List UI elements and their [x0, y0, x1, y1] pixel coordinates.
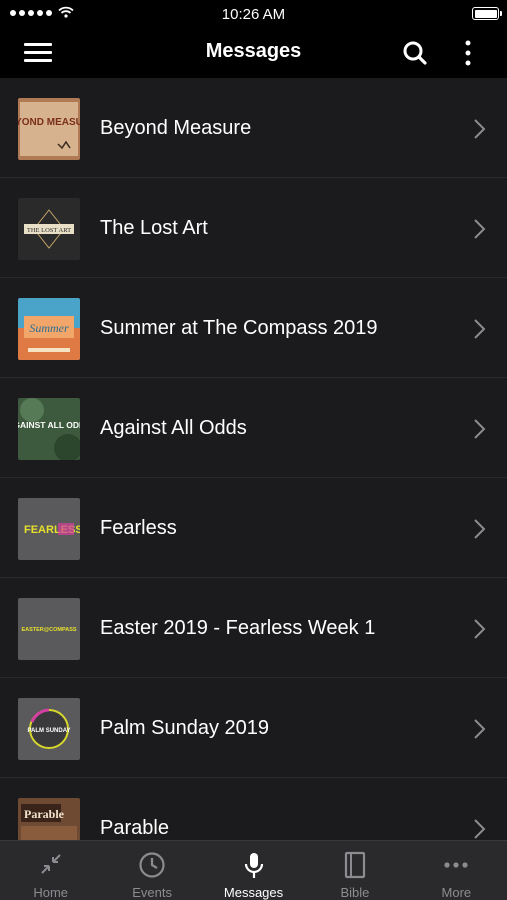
collapse-arrows-icon [40, 854, 61, 874]
list-item[interactable]: BEYOND MEASURE Beyond Measure [0, 78, 507, 178]
message-title: Summer at The Compass 2019 [100, 317, 378, 339]
status-bar: 10:26 AM [0, 0, 507, 28]
svg-text:Summer: Summer [29, 321, 69, 335]
series-thumbnail: BEYOND MEASURE [18, 98, 80, 160]
chevron-right-icon [474, 619, 486, 639]
tab-label: Bible [340, 885, 370, 900]
list-item[interactable]: THE LOST ART The Lost Art [0, 178, 507, 278]
message-title: Easter 2019 - Fearless Week 1 [100, 617, 376, 639]
chevron-right-icon [474, 819, 486, 839]
search-icon[interactable] [401, 39, 429, 67]
tab-bible[interactable]: Bible [304, 841, 405, 900]
chevron-right-icon [474, 719, 486, 739]
tab-more[interactable]: More [406, 841, 507, 900]
book-icon [344, 851, 366, 879]
nav-bar: Messages [0, 28, 507, 78]
series-thumbnail: FEARLESS [18, 498, 80, 560]
messages-list: BEYOND MEASURE Beyond Measure THE LOST A… [0, 78, 507, 840]
tab-home[interactable]: Home [0, 841, 101, 900]
list-item[interactable]: AGAINST ALL ODDS Against All Odds [0, 378, 507, 478]
series-thumbnail: Summer [18, 298, 80, 360]
tab-label: Messages [223, 885, 284, 900]
svg-text:EASTER@COMPASS: EASTER@COMPASS [21, 627, 76, 633]
series-thumbnail: AGAINST ALL ODDS [18, 398, 80, 460]
svg-text:Parable: Parable [24, 807, 65, 821]
battery-icon [472, 7, 502, 20]
svg-text:BEYOND MEASURE: BEYOND MEASURE [18, 117, 80, 128]
message-title: Parable [100, 817, 169, 839]
page-title: Messages [205, 40, 302, 62]
message-title: Against All Odds [100, 417, 247, 439]
svg-text:AGAINST ALL ODDS: AGAINST ALL ODDS [18, 420, 80, 430]
series-thumbnail: EASTER@COMPASS [18, 598, 80, 660]
list-item[interactable]: EASTER@COMPASS Easter 2019 - Fearless We… [0, 578, 507, 678]
series-thumbnail: PALM SUNDAY [18, 698, 80, 760]
status-time: 10:26 AM [221, 6, 286, 23]
list-item[interactable]: Parable Parable [0, 778, 507, 840]
list-item[interactable]: Summer Summer at The Compass 2019 [0, 278, 507, 378]
message-title: Palm Sunday 2019 [100, 717, 270, 739]
message-title: The Lost Art [100, 217, 208, 239]
clock-icon [139, 852, 165, 878]
tab-label: Events [132, 885, 172, 900]
svg-text:THE LOST ART: THE LOST ART [27, 227, 71, 234]
tab-events[interactable]: Events [101, 841, 202, 900]
microphone-icon [244, 853, 263, 878]
chevron-right-icon [474, 119, 486, 139]
chevron-right-icon [474, 519, 486, 539]
chevron-right-icon [474, 219, 486, 239]
tab-messages[interactable]: Messages [203, 841, 304, 900]
more-options-icon[interactable] [458, 39, 478, 67]
more-dots-icon [444, 862, 468, 868]
list-item[interactable]: PALM SUNDAY Palm Sunday 2019 [0, 678, 507, 778]
chevron-right-icon [474, 419, 486, 439]
tab-label: Home [33, 885, 69, 900]
tab-label: More [441, 885, 472, 900]
series-thumbnail: THE LOST ART [18, 198, 80, 260]
chevron-right-icon [474, 319, 486, 339]
svg-text:PALM SUNDAY: PALM SUNDAY [27, 728, 70, 734]
message-title: Beyond Measure [100, 117, 252, 139]
tab-bar: Home Events Messages Bible More [0, 840, 507, 900]
series-thumbnail: Parable [18, 798, 80, 840]
message-title: Fearless [100, 517, 177, 539]
list-item[interactable]: FEARLESS Fearless [0, 478, 507, 578]
